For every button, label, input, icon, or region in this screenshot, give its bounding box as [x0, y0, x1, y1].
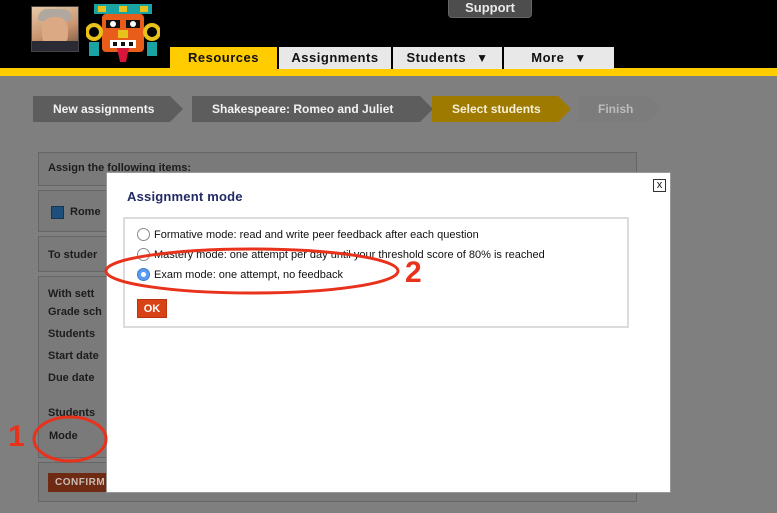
assignment-mode-dialog: Assignment mode x Formative mode: read a… [106, 172, 671, 493]
option-label: Exam mode: one attempt, no feedback [154, 268, 343, 281]
option-label: Mastery mode: one attempt per day until … [154, 248, 545, 261]
mode-options: Formative mode: read and write peer feed… [123, 217, 629, 328]
document-icon [51, 206, 64, 219]
main-nav: Resources Assignments Students ▼ More ▼ [170, 47, 614, 69]
tab-label: Students [406, 50, 467, 65]
ok-button[interactable]: OK [137, 299, 167, 318]
step-new-assignments[interactable]: New assignments [33, 96, 183, 122]
tab-label: More [531, 50, 565, 65]
mode-label[interactable]: Mode [49, 430, 78, 442]
with-settings-label: With sett [48, 288, 95, 300]
item-label[interactable]: Rome [70, 206, 101, 218]
grade-scheme-label: Grade sch [48, 306, 102, 318]
start-date-label: Start date [48, 350, 99, 362]
tab-label: Assignments [291, 50, 379, 65]
dropdown-arrow-icon: ▼ [476, 51, 489, 65]
option-mastery[interactable]: Mastery mode: one attempt per day until … [137, 248, 545, 261]
tab-label: Resources [188, 50, 259, 65]
to-students-label: To studer [48, 249, 98, 261]
tab-resources[interactable]: Resources [170, 47, 279, 69]
tab-students[interactable]: Students ▼ [393, 47, 504, 69]
annotation-number-1: 1 [8, 420, 25, 453]
students-setting-label: Students [48, 407, 96, 419]
radio-formative[interactable] [137, 228, 150, 241]
support-button[interactable]: Support [448, 0, 532, 18]
dropdown-arrow-icon: ▼ [574, 51, 587, 65]
radio-exam[interactable] [137, 268, 150, 281]
mask-logo-icon [86, 4, 160, 62]
radio-mastery[interactable] [137, 248, 150, 261]
option-formative[interactable]: Formative mode: read and write peer feed… [137, 228, 479, 241]
close-icon[interactable]: x [653, 179, 666, 192]
tab-assignments[interactable]: Assignments [279, 47, 393, 69]
annotation-number-2: 2 [405, 256, 422, 289]
option-label: Formative mode: read and write peer feed… [154, 228, 479, 241]
step-finish: Finish [578, 96, 661, 122]
avatar[interactable] [31, 6, 79, 52]
due-date-label: Due date [48, 372, 95, 384]
students-label: Students [48, 328, 96, 340]
header-accent-line [0, 68, 777, 76]
dialog-title: Assignment mode [127, 189, 243, 204]
confirm-button[interactable]: CONFIRM [48, 473, 110, 492]
step-resource[interactable]: Shakespeare: Romeo and Juliet [192, 96, 433, 122]
option-exam[interactable]: Exam mode: one attempt, no feedback [137, 268, 343, 281]
step-select-students[interactable]: Select students [432, 96, 571, 122]
tab-more[interactable]: More ▼ [504, 47, 614, 69]
